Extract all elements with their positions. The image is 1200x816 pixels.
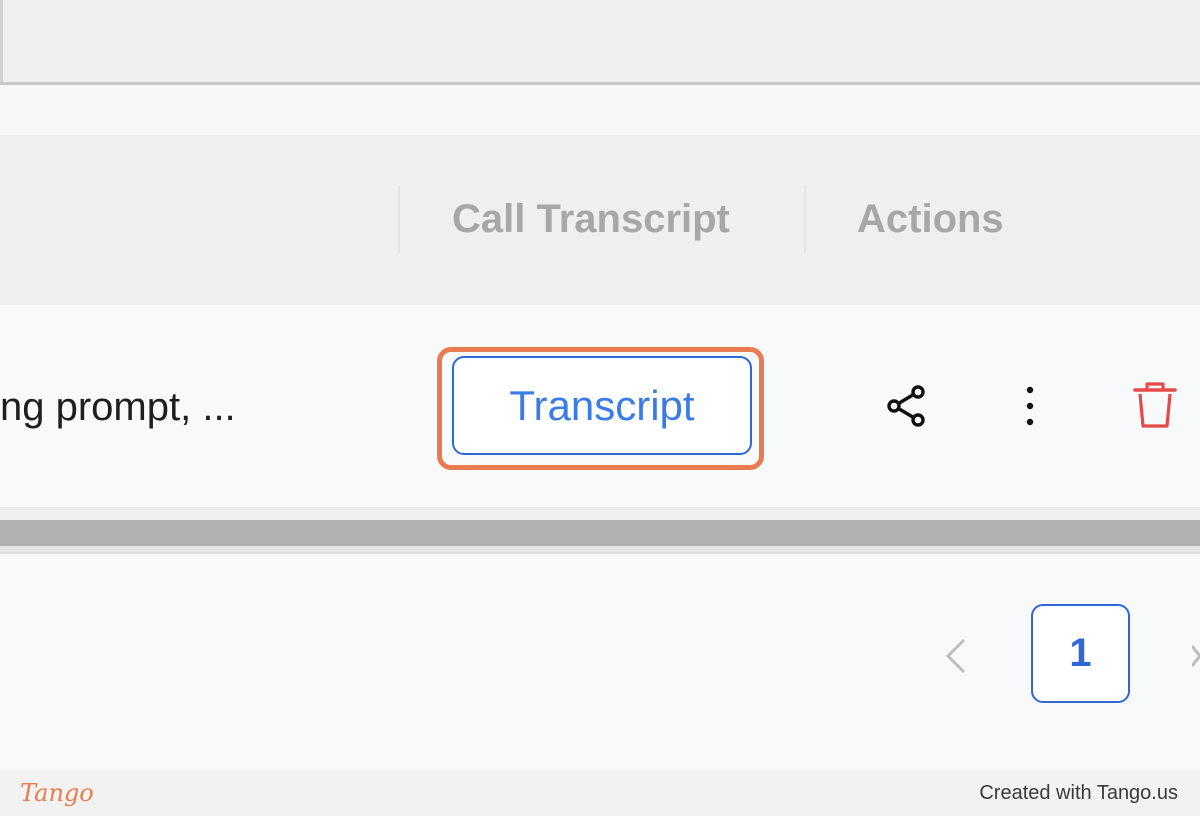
horizontal-scrollbar[interactable] bbox=[0, 520, 1200, 546]
scrollbar-track bbox=[0, 546, 1200, 554]
chevron-right-icon[interactable] bbox=[1192, 638, 1200, 674]
transcript-button[interactable]: Transcript bbox=[452, 356, 752, 455]
page-button-current[interactable]: 1 bbox=[1031, 604, 1130, 703]
scrollbar-track bbox=[0, 510, 1200, 520]
tango-credit: Created with Tango.us bbox=[979, 782, 1178, 804]
column-divider bbox=[398, 185, 400, 253]
top-bar bbox=[0, 0, 1200, 82]
column-divider bbox=[804, 185, 806, 253]
share-icon[interactable] bbox=[884, 383, 930, 429]
pagination-area bbox=[0, 554, 1200, 770]
trash-icon[interactable] bbox=[1130, 380, 1180, 430]
chevron-left-icon[interactable] bbox=[940, 634, 974, 678]
tango-logo: Tango bbox=[20, 779, 94, 807]
column-header-call-transcript: Call Transcript bbox=[452, 197, 730, 241]
more-vertical-icon[interactable] bbox=[1012, 382, 1048, 430]
top-strip bbox=[0, 85, 1200, 135]
summary-cell: ng prompt, ... bbox=[0, 385, 236, 429]
column-header-actions: Actions bbox=[857, 197, 1004, 241]
